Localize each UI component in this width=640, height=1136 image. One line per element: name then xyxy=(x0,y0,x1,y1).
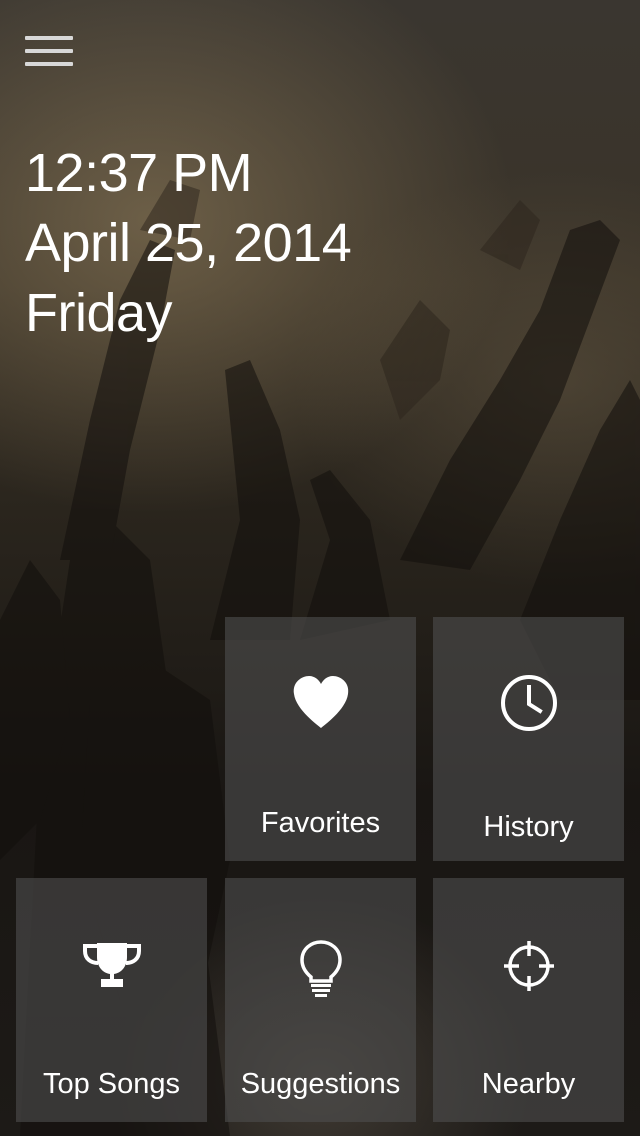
history-label: History xyxy=(483,811,574,843)
home-screen: 12:37 PM April 25, 2014 Friday Favorites… xyxy=(0,0,640,1136)
clock-icon xyxy=(433,671,624,735)
hamburger-menu-icon xyxy=(25,36,73,40)
nearby-label: Nearby xyxy=(481,1068,576,1100)
current-date: April 25, 2014 xyxy=(25,213,352,273)
suggestions-tile[interactable]: Suggestions xyxy=(225,878,416,1122)
suggestions-label: Suggestions xyxy=(240,1068,401,1100)
history-tile[interactable]: History xyxy=(433,617,624,861)
current-weekday: Friday xyxy=(25,283,173,343)
favorites-tile[interactable]: Favorites xyxy=(225,617,416,861)
date-time-display: 12:37 PM April 25, 2014 Friday xyxy=(25,138,352,348)
current-time: 12:37 PM xyxy=(25,143,253,203)
top-songs-label: Top Songs xyxy=(42,1068,181,1100)
favorites-label: Favorites xyxy=(260,807,381,839)
heart-icon xyxy=(225,671,416,735)
crosshair-icon xyxy=(433,934,624,998)
nearby-tile[interactable]: Nearby xyxy=(433,878,624,1122)
trophy-icon xyxy=(16,934,207,998)
top-songs-tile[interactable]: Top Songs xyxy=(16,878,207,1122)
menu-button[interactable] xyxy=(25,36,73,68)
lightbulb-icon xyxy=(225,936,416,1000)
